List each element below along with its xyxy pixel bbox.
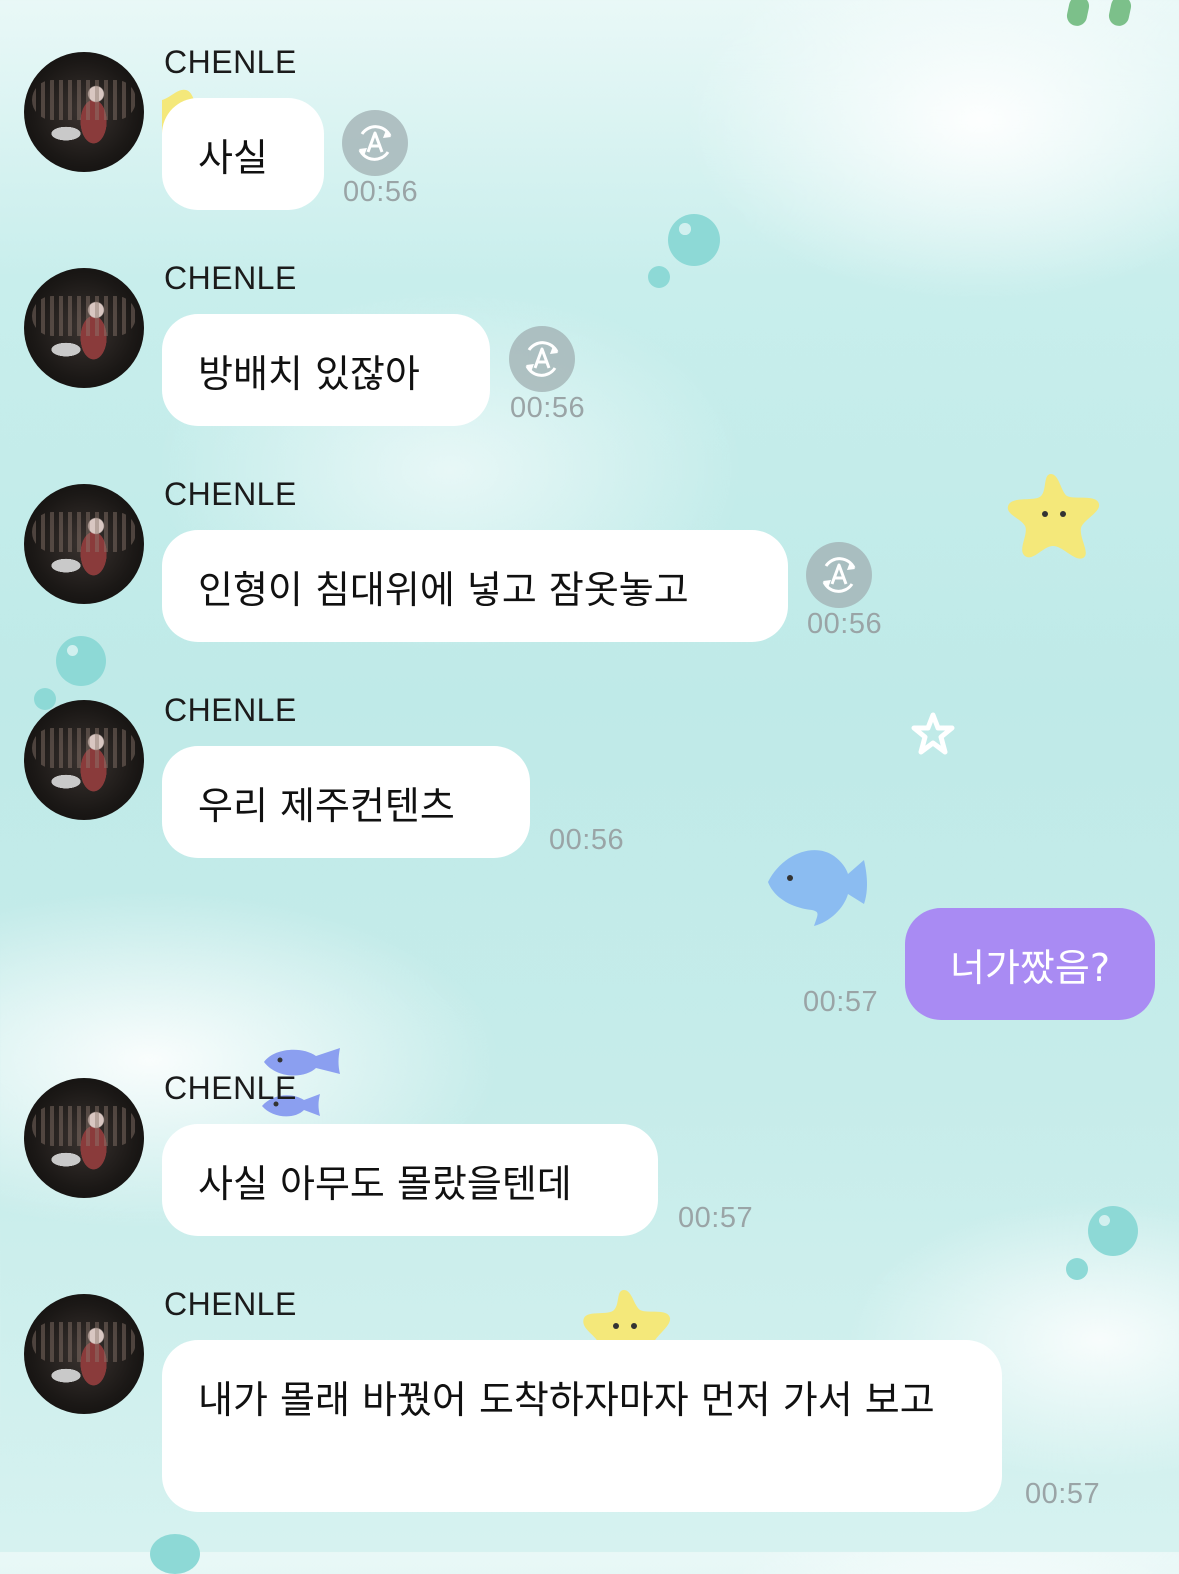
avatar[interactable]: [24, 268, 144, 388]
my-message-bubble[interactable]: 너가짰음?: [905, 908, 1155, 1020]
sparkle-star-icon: [910, 712, 956, 762]
message-bubble[interactable]: 인형이 침대위에 넣고 잠옷놓고: [162, 530, 788, 642]
timestamp: 00:56: [807, 608, 883, 640]
star-sticker-icon: [1005, 470, 1105, 566]
avatar[interactable]: [24, 484, 144, 604]
avatar[interactable]: [24, 52, 144, 172]
message-bubble[interactable]: 우리 제주컨텐츠: [162, 746, 530, 858]
bubble-dot-icon: [150, 1534, 200, 1574]
sender-name: CHENLE: [164, 476, 297, 512]
bubble-dot-icon: [648, 266, 670, 288]
sender-name: CHENLE: [164, 44, 297, 80]
avatar[interactable]: [24, 1294, 144, 1414]
fish-sticker-icon: [764, 838, 868, 934]
avatar[interactable]: [24, 1078, 144, 1198]
timestamp: 00:57: [803, 986, 879, 1018]
sender-name: CHENLE: [164, 1286, 297, 1322]
message-bubble[interactable]: 내가 몰래 바꿨어 도착하자마자 먼저 가서 보고: [162, 1340, 1002, 1512]
bubble-dot-icon: [34, 688, 56, 710]
sender-name: CHENLE: [164, 1070, 297, 1106]
timestamp: 00:57: [678, 1202, 754, 1234]
bubble-dot-icon: [668, 214, 720, 266]
avatar[interactable]: [24, 700, 144, 820]
bubble-dot-icon: [56, 636, 106, 686]
sender-name: CHENLE: [164, 260, 297, 296]
translate-button[interactable]: [806, 542, 872, 608]
translate-button[interactable]: [342, 110, 408, 176]
bubble-dot-icon: [1066, 1258, 1088, 1280]
bubble-dot-icon: [1088, 1206, 1138, 1256]
translate-button[interactable]: [509, 326, 575, 392]
auto-translate-icon: [358, 125, 392, 161]
timestamp: 00:57: [1025, 1478, 1101, 1510]
timestamp: 00:56: [343, 176, 419, 208]
sender-name: CHENLE: [164, 692, 297, 728]
auto-translate-icon: [525, 341, 559, 377]
message-bubble[interactable]: 사실: [162, 98, 324, 210]
auto-translate-icon: [822, 557, 856, 593]
timestamp: 00:56: [510, 392, 586, 424]
message-bubble[interactable]: 방배치 있잖아: [162, 314, 490, 426]
message-bubble[interactable]: 사실 아무도 몰랐을텐데: [162, 1124, 658, 1236]
timestamp: 00:56: [549, 824, 625, 856]
leaf-decoration-icon: [1066, 0, 1146, 34]
